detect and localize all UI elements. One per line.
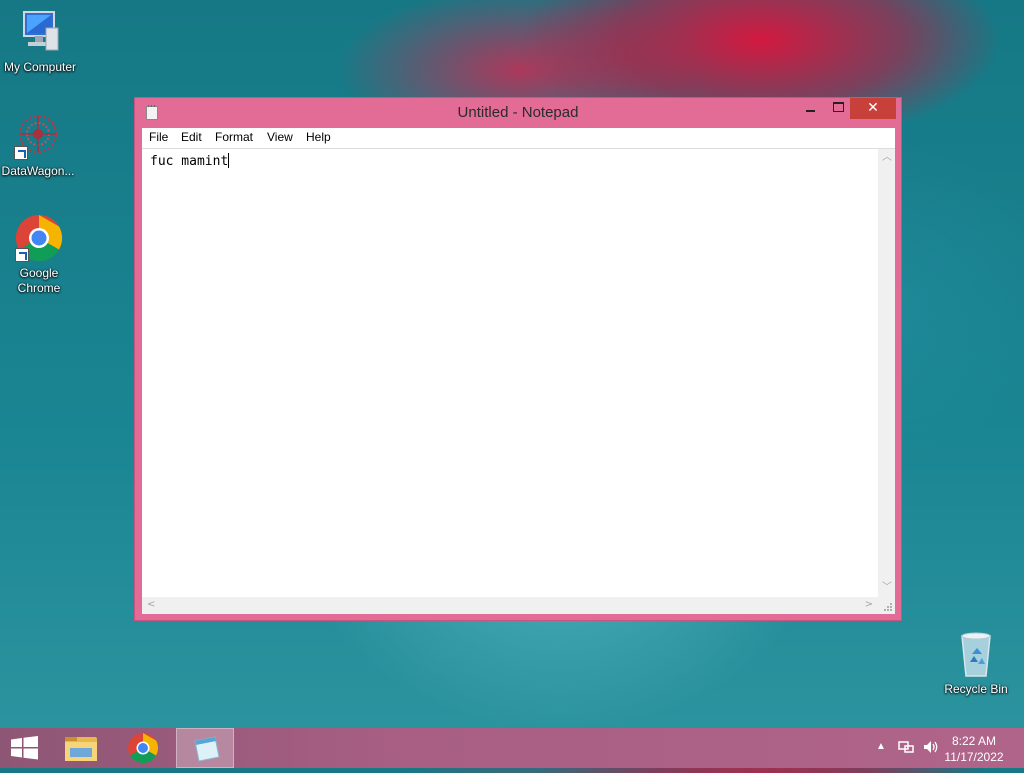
title-bar[interactable]: Untitled - Notepad ✕ <box>135 98 901 128</box>
start-button[interactable] <box>0 728 58 768</box>
desktop-icon-google-chrome[interactable]: Google Chrome <box>0 214 79 296</box>
window-title: Untitled - Notepad <box>457 104 579 121</box>
menu-edit[interactable]: Edit <box>181 130 202 144</box>
file-explorer-button[interactable] <box>52 728 110 768</box>
desktop-icon-my-computer[interactable]: My Computer <box>0 8 80 74</box>
chrome-taskbar-button[interactable] <box>114 728 172 768</box>
scroll-right-icon[interactable]: > <box>865 600 873 610</box>
desktop-icon-label: Recycle Bin <box>944 682 1008 696</box>
shortcut-arrow-icon <box>15 248 29 262</box>
desktop-icon-recycle-bin[interactable]: Recycle Bin <box>936 630 1016 696</box>
show-hidden-icons-icon[interactable]: ▲ <box>876 741 886 752</box>
notepad-icon <box>194 736 220 762</box>
close-icon: ✕ <box>867 100 879 116</box>
editor-content[interactable]: fuc mamint <box>150 153 230 169</box>
menu-file[interactable]: File <box>149 130 168 144</box>
minimize-button[interactable] <box>797 98 823 119</box>
maximize-button[interactable] <box>825 98 851 119</box>
scroll-up-icon[interactable]: ︿ <box>882 153 892 163</box>
text-caret <box>228 153 230 168</box>
minimize-icon <box>805 110 815 112</box>
scroll-left-icon[interactable]: < <box>147 600 155 610</box>
menu-help[interactable]: Help <box>306 130 331 144</box>
vertical-scrollbar[interactable]: ︿ ﹀ <box>878 149 895 597</box>
clock-date: 11/17/2022 <box>944 750 1004 764</box>
menu-bar: File Edit Format View Help <box>142 128 895 149</box>
shortcut-arrow-icon <box>14 146 28 160</box>
resize-grip[interactable] <box>878 597 895 614</box>
notepad-taskbar-button[interactable] <box>176 728 234 768</box>
notepad-window[interactable]: Untitled - Notepad ✕ File Edit Format Vi… <box>134 97 902 621</box>
editor-text: fuc mamint <box>150 154 229 169</box>
horizontal-scrollbar[interactable]: < > <box>142 597 878 614</box>
menu-format[interactable]: Format <box>215 130 253 144</box>
desktop-icon-label: DataWagon... <box>1 164 75 178</box>
network-icon[interactable] <box>898 739 914 758</box>
clock-time: 8:22 AM <box>951 734 997 748</box>
start-icon <box>11 736 38 760</box>
computer-icon <box>16 8 64 56</box>
system-clock[interactable]: 8:22 AM 11/17/2022 <box>938 733 1010 765</box>
chrome-icon <box>128 733 159 764</box>
resize-grip-icon <box>884 603 892 611</box>
taskbar: ▲ 8:22 AM 11/17/2022 <box>0 728 1024 768</box>
desktop-icon-label: Google Chrome <box>17 266 61 295</box>
text-editor[interactable]: fuc mamint ︿ ﹀ < > <box>142 149 895 614</box>
file-explorer-icon <box>65 737 97 761</box>
maximize-icon <box>832 102 844 112</box>
menu-view[interactable]: View <box>267 130 293 144</box>
chrome-icon <box>15 214 63 262</box>
desktop-icon-label: My Computer <box>3 60 77 74</box>
close-button[interactable]: ✕ <box>850 98 896 119</box>
recycle-bin-icon <box>952 630 1000 678</box>
desktop-icon-datawagon[interactable]: DataWagon... <box>0 112 78 178</box>
scroll-down-icon[interactable]: ﹀ <box>882 583 892 593</box>
datawagon-icon <box>14 112 62 160</box>
